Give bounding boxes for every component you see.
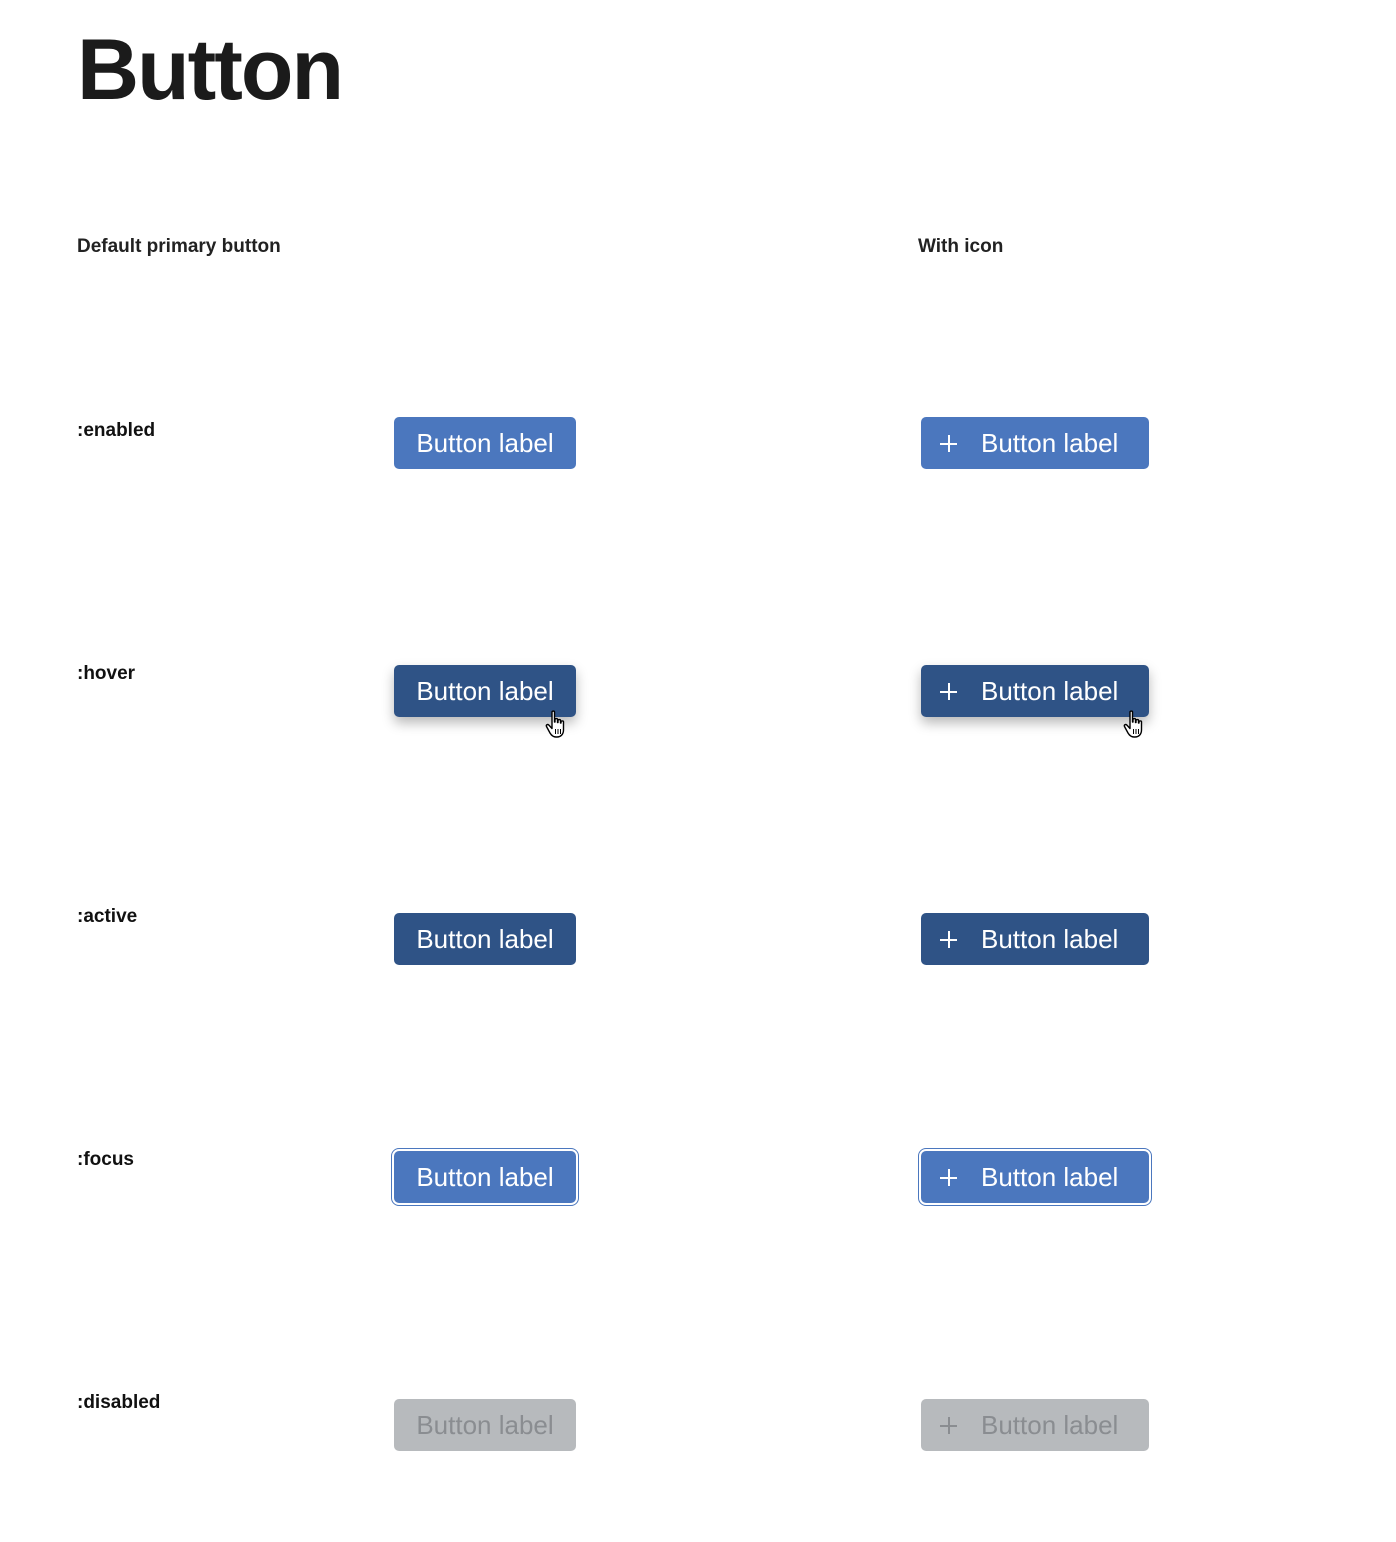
icon-button-disabled: Button label bbox=[921, 1399, 1149, 1451]
button-active[interactable]: Button label bbox=[394, 913, 576, 965]
icon-button-hover[interactable]: Button label bbox=[921, 665, 1149, 717]
pointer-hand-icon bbox=[1123, 710, 1143, 738]
button-label: Button label bbox=[981, 427, 1119, 458]
pointer-hand-icon bbox=[545, 710, 565, 738]
state-label-hover: :hover bbox=[77, 663, 136, 684]
button-label: Button label bbox=[981, 1161, 1119, 1192]
button-label: Button label bbox=[416, 675, 554, 706]
state-label-focus: :focus bbox=[77, 1149, 134, 1170]
button-focus[interactable]: Button label bbox=[391, 1148, 579, 1206]
plus-icon bbox=[939, 1415, 959, 1435]
plus-icon bbox=[939, 929, 959, 949]
button-label: Button label bbox=[416, 427, 554, 458]
default-column-heading: Default primary button bbox=[77, 236, 281, 257]
button-disabled: Button label bbox=[394, 1399, 576, 1451]
state-label-active: :active bbox=[77, 906, 138, 927]
icon-button-focus[interactable]: Button label bbox=[918, 1148, 1152, 1206]
button-enabled[interactable]: Button label bbox=[394, 417, 576, 469]
icon-button-active[interactable]: Button label bbox=[921, 913, 1149, 965]
state-label-enabled: :enabled bbox=[77, 420, 156, 441]
icon-column-heading: With icon bbox=[918, 236, 1004, 257]
button-label: Button label bbox=[981, 675, 1119, 706]
icon-button-enabled[interactable]: Button label bbox=[921, 417, 1149, 469]
page-title: Button bbox=[77, 22, 344, 118]
plus-icon bbox=[939, 1167, 959, 1187]
button-label: Button label bbox=[416, 923, 554, 954]
button-label: Button label bbox=[416, 1161, 554, 1192]
button-label: Button label bbox=[416, 1409, 554, 1440]
plus-icon bbox=[939, 681, 959, 701]
button-label: Button label bbox=[981, 923, 1119, 954]
plus-icon bbox=[939, 433, 959, 453]
button-label: Button label bbox=[981, 1409, 1119, 1440]
state-label-disabled: :disabled bbox=[77, 1392, 161, 1413]
